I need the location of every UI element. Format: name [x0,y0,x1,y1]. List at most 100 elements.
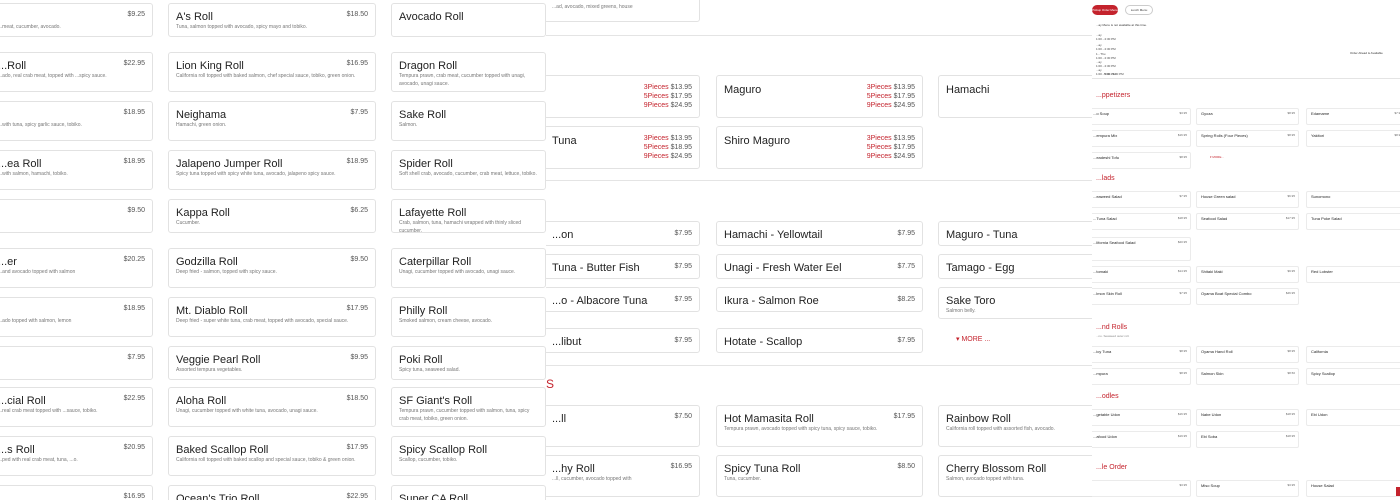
menu-item-card[interactable]: Kappa Roll $6.25 Cucumber. [168,199,376,233]
menu-item-card[interactable]: A's Roll $18.50 Tuna, salmon topped with a… [168,3,376,37]
menu-item-card[interactable]: Sake Roll Salmon. [391,101,546,141]
mini-item-card[interactable]: Oyama Hand Roll $8.95 [1196,346,1299,363]
menu-item-card[interactable]: SF Giant's Roll Tempura prawn, cucumber t… [391,387,546,427]
mini-item-card[interactable]: Gyoza $8.95 [1196,108,1299,125]
item-name: ...eadeshi Tofu [1093,155,1119,160]
mini-item-card[interactable]: ...Tuna Salad $18.95 [1092,213,1191,230]
menu-item-card[interactable]: ...s Roll $20.95 ...ped with real crab mea… [0,436,153,476]
mini-item-card[interactable]: Nabe Udon $18.95 [1196,409,1299,426]
menu-item-card[interactable]: Spicy Tuna Roll $8.50 Tuna, cucumber. [716,455,923,497]
menu-item-card[interactable]: Super CA Roll [391,485,546,500]
menu-item-card[interactable]: ...hy Roll $16.95 ...ll, cucumber, avocado… [546,455,700,497]
sashimi-card[interactable]: Shiro Maguro 3Pieces $13.95 5Pieces $17.95… [716,126,923,169]
menu-item-card[interactable]: Avocado Roll [391,3,546,37]
menu-item-card[interactable]: Neighama $7.95 Hamachi, green onion. [168,101,376,141]
menu-item-card[interactable]: Jalapeno Jumper Roll $18.95 Spicy tuna top… [168,150,376,190]
mini-item-card[interactable]: California [1306,346,1400,363]
menu-item-card[interactable]: Veggie Pearl Roll $9.95 Assorted tempura v… [168,346,376,380]
mini-item-card[interactable]: Shitaki Maki $9.95 [1196,266,1299,283]
menu-item-card[interactable]: ...Roll $22.95 ...ado, real crab meat, top… [0,52,153,92]
nigiri-card[interactable]: ...o - Albacore Tuna $7.95 [546,287,700,312]
menu-item-card[interactable]: ...ll $7.50 [546,405,700,447]
mini-item-card[interactable]: $3.95 [1092,480,1191,497]
menu-item-card[interactable]: Spider Roll Soft shell crab, avocado, cuc… [391,150,546,190]
sashimi-card[interactable]: Hamachi [938,75,1092,118]
menu-item-card[interactable]: Poki Roll Spicy tuna, seaweed salad. [391,346,546,380]
mini-item-card[interactable]: Red Lobster [1306,266,1400,283]
mini-item-card[interactable]: Edamame $7.95 [1306,108,1400,125]
mini-item-card[interactable]: ...mpura $8.95 [1092,368,1191,385]
nigiri-card[interactable]: Hotate - Scallop $7.95 [716,328,923,353]
item-price: $8.95 [1287,133,1295,137]
mini-item-card[interactable]: ...icy Tuna $8.95 [1092,346,1191,363]
mini-item-card[interactable]: Spicy Scallop [1306,368,1400,385]
mini-item-card[interactable]: Yakitori $8.95 [1306,130,1400,147]
mini-item-card[interactable]: Miso Soup $3.95 [1196,480,1299,497]
mini-item-card[interactable]: ...eaweed Salad $7.95 [1092,191,1191,208]
pickup-order-button[interactable]: Pickup Order Menu [1092,5,1118,15]
menu-item-card[interactable]: $9.50 [0,199,153,233]
mini-item-card[interactable]: Seafood Salad $17.95 [1196,213,1299,230]
nigiri-card[interactable]: ...libut $7.95 [546,328,700,353]
menu-item-card[interactable]: ...er $20.25 ...and avocado topped with sa… [0,248,153,288]
mini-item-card[interactable]: ...eadeshi Tofu $8.95 [1092,152,1191,169]
mini-item-card[interactable]: ...lifornia Seafood Salad $20.95 [1092,237,1191,261]
nigiri-card[interactable]: Tamago - Egg [938,254,1092,279]
menu-item-card[interactable]: Philly Roll Smoked salmon, cream cheese, … [391,297,546,337]
mini-item-card[interactable]: ...getable Udon $16.95 [1092,409,1191,426]
nigiri-card[interactable]: Maguro - Tuna [938,221,1092,246]
menu-item-card[interactable]: $18.95 ...with tuna, spicy garlic sauce, … [0,101,153,141]
nigiri-card[interactable]: Unagi - Fresh Water Eel $7.75 [716,254,923,279]
menu-item-card[interactable]: ...ad, avocado, mixed greens, house [546,0,700,22]
item-name: ...mpura [1093,371,1108,376]
menu-item-card[interactable]: Dragon Roll Tempura prawn, crab meat, cuc… [391,52,546,92]
menu-item-card[interactable]: Lafayette Roll Crab, salmon, tuna, hamach… [391,199,546,233]
menu-item-card[interactable]: Rainbow Roll California roll topped with … [938,405,1092,447]
nigiri-card[interactable]: Ikura - Salmon Roe $8.25 [716,287,923,312]
item-price: $22.95 [346,493,368,500]
menu-item-card[interactable]: Cherry Blossom Roll Salmon, avocado toppe… [938,455,1092,497]
menu-item-card[interactable]: Baked Scallop Roll $17.95 California roll … [168,436,376,476]
menu-item-card[interactable]: $16.95 [0,485,153,500]
menu-item-card[interactable]: Aloha Roll $18.50 Unagi, cucumber topped w… [168,387,376,427]
mini-item-card[interactable]: ...afood Udon $19.95 [1092,431,1191,448]
mini-item-card[interactable]: House Salad [1306,480,1400,497]
mini-item-card[interactable]: Sunomono [1306,191,1400,208]
item-desc: Soft shell crab, avocado, cucumber, crab… [399,171,537,177]
mini-item-card[interactable]: Tuna Poke Salad [1306,213,1400,230]
mini-item-card[interactable]: Oyama Boat Special Combo $46.95 [1196,288,1299,305]
mini-item-card[interactable]: ...empura Mix $16.95 [1092,130,1191,147]
mini-item-card[interactable]: Salmon Skin $8.50 [1196,368,1299,385]
nigiri-card[interactable]: Sake Toro Salmon belly. [938,287,1092,319]
cart-tab[interactable] [1396,487,1400,496]
sashimi-card[interactable]: 3Pieces $13.95 5Pieces $17.95 9Pieces $24.… [546,75,700,118]
menu-item-card[interactable]: Hot Mamasita Roll $17.95 Tempura prawn, av… [716,405,923,447]
mini-item-card[interactable]: Ebi Soba $18.95 [1196,431,1299,448]
menu-item-card[interactable]: Mt. Diablo Roll $17.95 Deep fried - super … [168,297,376,337]
mini-item-card[interactable]: Ebi Udon [1306,409,1400,426]
lunch-menu-button[interactable]: Lunch Menu [1125,5,1153,15]
menu-item-card[interactable]: Lion King Roll $16.95 California roll topp… [168,52,376,92]
nigiri-card[interactable]: ...on $7.95 [546,221,700,246]
nigiri-card[interactable]: Tuna - Butter Fish $7.95 [546,254,700,279]
menu-item-card[interactable]: $9.25 ...meat, cucumber, avocado. [0,3,153,37]
mini-item-card[interactable]: Spring Rolls (Four Pieces) $8.95 [1196,130,1299,147]
menu-item-card[interactable]: $18.95 ...ado topped with salmon, lemon [0,297,153,337]
menu-item-card[interactable]: ...cial Roll $22.95 ...real crab meat topp… [0,387,153,427]
menu-item-card[interactable]: Caterpillar Roll Unagi, cucumber topped w… [391,248,546,288]
nigiri-card[interactable]: Hamachi - Yellowtail $7.95 [716,221,923,246]
mini-item-card[interactable]: ...tomaki $14.95 [1092,266,1191,283]
menu-item-card[interactable]: $7.95 [0,346,153,380]
sashimi-card[interactable]: Tuna 3Pieces $13.95 5Pieces $18.95 9Pieces … [546,126,700,169]
menu-item-card[interactable]: Godzilla Roll $9.50 Deep fried - salmon, t… [168,248,376,288]
more-button[interactable]: ▾ MORE... [1210,155,1224,159]
mini-item-card[interactable]: House Green salad $6.95 [1196,191,1299,208]
menu-item-card[interactable]: Spicy Scallop Roll Scallop, cucumber, tob… [391,436,546,476]
menu-item-card[interactable]: Ocean's Trio Roll $22.95 [168,485,376,500]
sashimi-card[interactable]: Maguro 3Pieces $13.95 5Pieces $17.95 9Piece… [716,75,923,118]
mini-item-card[interactable]: ...o Soup $3.95 [1092,108,1191,125]
more-button[interactable]: ▾ MORE ... [956,335,990,343]
menu-item-card[interactable]: ...ea Roll $18.95 ...with salmon, hamachi,… [0,150,153,190]
mini-item-card[interactable]: ...lmon Skin Roll $7.95 [1092,288,1191,305]
item-price: $18.95 [1177,216,1187,220]
